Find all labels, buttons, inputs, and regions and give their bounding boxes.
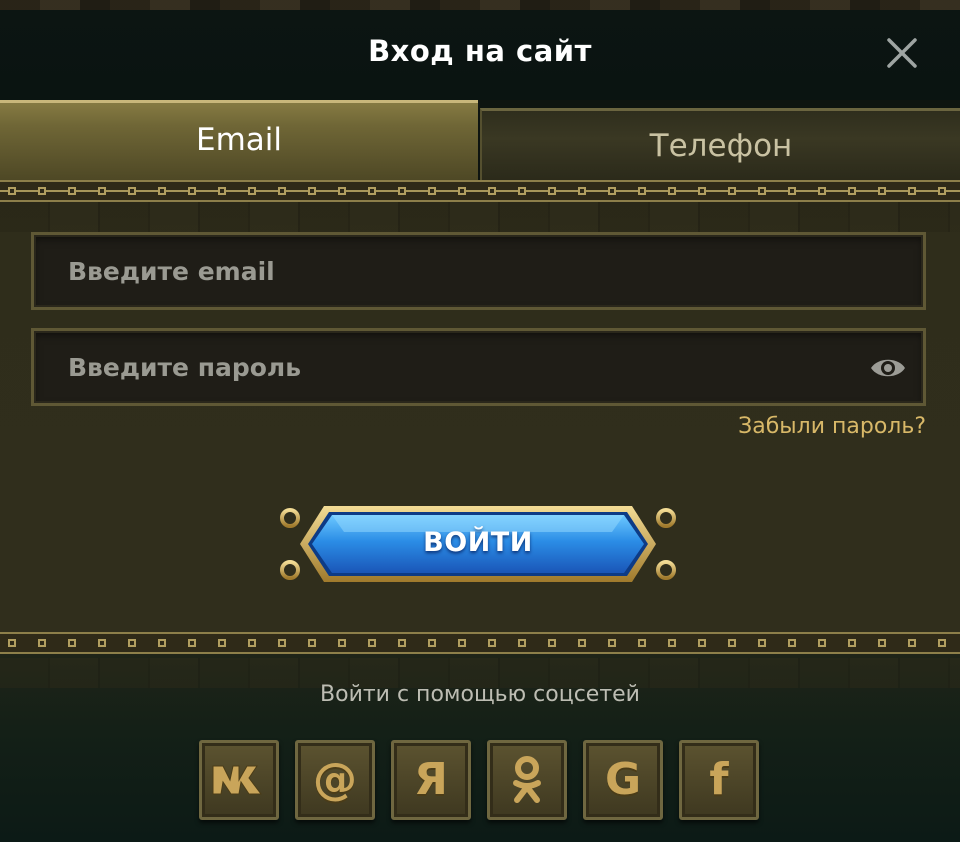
ornament-band-top xyxy=(0,180,960,202)
email-input[interactable] xyxy=(68,235,868,307)
tab-email-label: Email xyxy=(195,121,282,158)
social-button-vk[interactable] xyxy=(199,740,279,820)
show-password-toggle[interactable] xyxy=(868,353,908,383)
header-decor-strip xyxy=(0,0,960,10)
ornament-pattern xyxy=(8,639,946,647)
social-button-google[interactable]: G xyxy=(583,740,663,820)
vk-icon xyxy=(212,765,262,795)
tab-phone[interactable]: Телефон xyxy=(480,108,960,180)
panel-brick-decor xyxy=(0,202,960,232)
close-button[interactable] xyxy=(876,30,926,76)
google-icon: G xyxy=(604,754,642,805)
dialog-title: Вход на сайт xyxy=(368,34,592,68)
tab-email[interactable]: Email xyxy=(0,100,478,180)
forgot-password-link[interactable]: Забыли пароль? xyxy=(690,414,926,439)
ornament-pattern xyxy=(0,187,960,195)
social-button-facebook[interactable]: f xyxy=(679,740,759,820)
tab-phone-label: Телефон xyxy=(649,127,793,164)
odnoklassniki-icon xyxy=(513,756,541,803)
login-button-label: ВОЙТИ xyxy=(423,527,533,558)
ornament-band-bottom xyxy=(0,632,960,654)
password-input[interactable] xyxy=(68,331,868,403)
eye-icon xyxy=(871,359,905,377)
facebook-icon: f xyxy=(709,754,729,805)
yandex-icon: Я xyxy=(414,754,448,805)
social-login-title: Войти с помощью соцсетей xyxy=(320,682,640,707)
social-button-mail[interactable]: @ xyxy=(295,740,375,820)
social-button-yandex[interactable]: Я xyxy=(391,740,471,820)
close-icon xyxy=(887,38,917,68)
at-icon: @ xyxy=(313,754,357,805)
email-field[interactable] xyxy=(31,232,926,310)
login-button[interactable]: ВОЙТИ xyxy=(276,502,680,586)
social-button-odnoklassniki[interactable] xyxy=(487,740,567,820)
password-field[interactable] xyxy=(31,328,926,406)
